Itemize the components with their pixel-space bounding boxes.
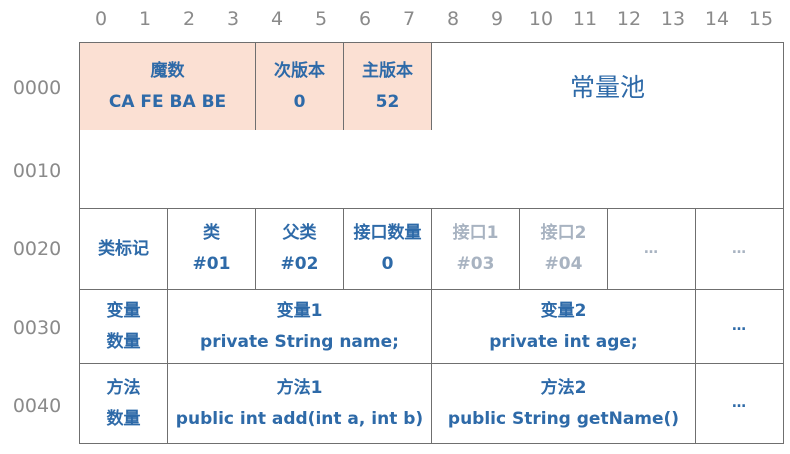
cell-title: 接口数量 [353, 223, 422, 243]
cell-title: 变量2 [540, 300, 587, 321]
cell-title: 接口1 [452, 223, 499, 243]
cell-value: #01 [192, 254, 231, 274]
method-1-cell: 方法1 public int add(int a, int b) [167, 363, 432, 444]
cell-title: 方法2 [540, 377, 587, 398]
column-header: 0 [94, 8, 108, 30]
column-header: 1 [138, 8, 152, 30]
method-count-cell: 方法 数量 [79, 363, 168, 444]
method-2-cell: 方法2 public String getName() [431, 363, 696, 444]
ellipsis-cell: … [695, 208, 784, 290]
super-class-cell: 父类 #02 [255, 208, 344, 290]
this-class-cell: 类 #01 [167, 208, 256, 290]
column-header: 3 [226, 8, 240, 30]
cell-title: 次版本 [274, 60, 325, 81]
cell-value: public int add(int a, int b) [175, 408, 424, 429]
ellipsis-cell: … [607, 208, 696, 290]
cell-value: #02 [280, 254, 319, 274]
row-header: 0020 [12, 238, 62, 260]
cell-value: #04 [544, 254, 583, 274]
cell-title: 数量 [106, 408, 141, 429]
column-header: 13 [660, 8, 686, 30]
column-header: 5 [314, 8, 328, 30]
cell-value: 0 [293, 91, 306, 112]
row-header: 0000 [12, 77, 62, 99]
ellipsis-cell: … [695, 363, 784, 444]
ellipsis-cell: … [695, 289, 784, 364]
column-header: 9 [490, 8, 504, 30]
cell-title: 变量1 [276, 300, 323, 321]
column-header: 4 [270, 8, 284, 30]
ellipsis: … [644, 240, 659, 257]
constant-pool-cell: 常量池 [431, 42, 784, 131]
row-header: 0010 [12, 160, 62, 182]
column-header: 15 [748, 8, 774, 30]
interface-1-cell: 接口1 #03 [431, 208, 520, 290]
cell-title: 变量 [106, 300, 141, 321]
interface-2-cell: 接口2 #04 [519, 208, 608, 290]
field-2-cell: 变量2 private int age; [431, 289, 696, 364]
row-header: 0030 [12, 317, 62, 339]
cell-title: 接口2 [540, 223, 587, 243]
cell-title: 主版本 [362, 60, 413, 81]
cell-title: 方法 [106, 377, 141, 398]
access-flags-cell: 类标记 [79, 208, 168, 290]
cell-title: 类标记 [98, 238, 149, 259]
cell-value: CA FE BA BE [108, 91, 227, 112]
cell-title: 方法1 [276, 377, 323, 398]
column-header: 8 [446, 8, 460, 30]
cell-value: 0 [381, 254, 394, 274]
ellipsis: … [732, 318, 747, 334]
cell-title: 父类 [282, 223, 317, 243]
column-header: 11 [572, 8, 598, 30]
cell-title: 魔数 [150, 60, 185, 81]
major-version-cell: 主版本 52 [343, 42, 432, 131]
ellipsis: … [732, 395, 747, 411]
cell-value: private int age; [489, 331, 638, 352]
cell-title: 数量 [106, 331, 141, 352]
cell-value: 52 [375, 91, 400, 112]
row-header: 0040 [12, 395, 62, 417]
field-count-cell: 变量 数量 [79, 289, 168, 364]
column-header: 12 [616, 8, 642, 30]
column-header: 6 [358, 8, 372, 30]
column-header: 7 [402, 8, 416, 30]
column-header: 14 [704, 8, 730, 30]
field-1-cell: 变量1 private String name; [167, 289, 432, 364]
ellipsis: … [732, 240, 747, 257]
column-header: 10 [528, 8, 554, 30]
cell-value: private String name; [200, 331, 399, 352]
cell-title: 类 [203, 223, 220, 243]
cell-value: public String getName() [447, 408, 680, 429]
interface-count-cell: 接口数量 0 [343, 208, 432, 290]
constant-pool-continuation [79, 130, 784, 209]
cell-value: #03 [456, 254, 495, 274]
magic-number-cell: 魔数 CA FE BA BE [79, 42, 256, 131]
minor-version-cell: 次版本 0 [255, 42, 344, 131]
cell-title: 常量池 [569, 72, 645, 102]
column-header: 2 [182, 8, 196, 30]
